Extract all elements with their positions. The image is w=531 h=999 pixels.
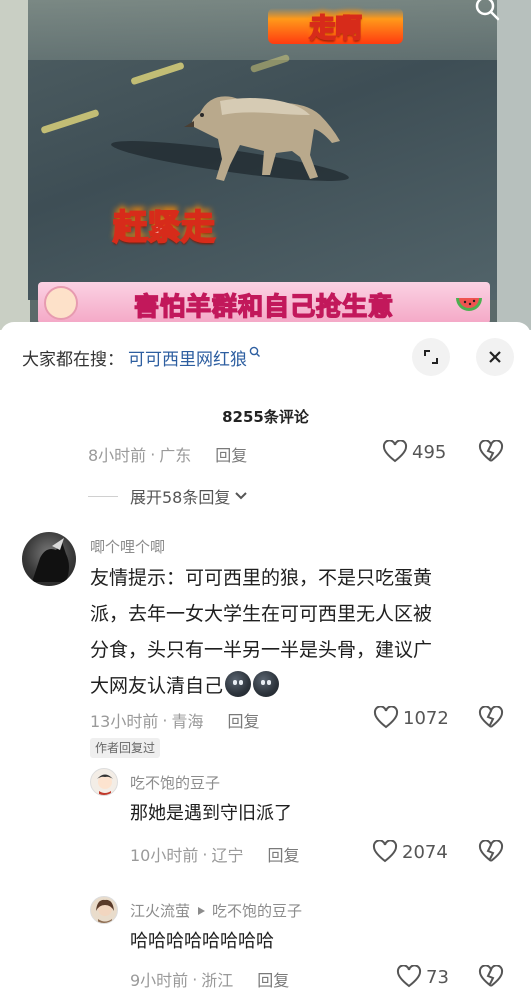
heart-icon — [382, 440, 408, 463]
reply-meta: 10小时前 · 辽宁 回复 — [130, 842, 300, 866]
avatar-image — [96, 899, 114, 923]
like-button[interactable]: 73 — [396, 965, 449, 989]
meta-separator: · — [192, 969, 198, 989]
broken-heart-icon[interactable] — [478, 965, 504, 989]
video-letterbox-left — [0, 0, 30, 330]
comment-text-line: 派，去年一女大学生在可可西里无人区被 — [90, 603, 433, 625]
reply-meta: 9小时前 · 浙江 回复 — [130, 967, 289, 991]
heart-icon — [396, 965, 422, 988]
expand-replies-button[interactable]: 展开58条回复 — [88, 484, 249, 508]
trending-search-prefix: 大家都在搜： — [22, 349, 124, 370]
heart-icon — [372, 840, 398, 863]
meta-separator: · — [162, 710, 168, 730]
reply-text: 那她是遇到守旧派了 — [130, 803, 292, 824]
reply-username[interactable]: 江火流萤 — [130, 900, 190, 921]
broken-heart-icon[interactable] — [478, 840, 504, 864]
avatar[interactable] — [90, 896, 118, 924]
divider-line — [88, 495, 118, 497]
search-icon — [249, 346, 260, 357]
reply-to-username[interactable]: 吃不饱的豆子 — [212, 900, 302, 921]
comment-text-line: 大网友认清自己 — [90, 675, 224, 697]
chevron-down-icon — [235, 492, 248, 500]
avatar[interactable] — [22, 532, 76, 586]
video-banner: 害怕羊群和自己抢生意 — [38, 282, 490, 324]
comment-text-line: 友情提示：可可西里的狼，不是只吃蛋黄 — [90, 567, 433, 589]
reply-location: 辽宁 — [211, 846, 244, 865]
comment-text-line-last: 大网友认清自己 — [90, 668, 510, 704]
emoji-icon — [253, 671, 280, 697]
comment-username[interactable]: 唧个哩个唧 — [90, 536, 165, 557]
reply-header: 江火流萤 吃不饱的豆子 — [130, 900, 302, 921]
meta-separator: · — [150, 444, 156, 464]
reply-button[interactable]: 回复 — [227, 708, 259, 732]
trending-search-keyword[interactable]: 可可西里网红狼 — [128, 345, 247, 370]
search-icon[interactable] — [470, 0, 504, 24]
avatar-image — [32, 538, 69, 582]
comment-location: 广东 — [159, 446, 192, 465]
avatar[interactable] — [90, 768, 118, 796]
reply-time: 10小时前 — [130, 846, 199, 865]
close-button[interactable] — [476, 338, 514, 376]
comment-meta: 13小时前 · 青海 回复 — [90, 708, 260, 732]
video-caption-top: 走啊 — [268, 8, 403, 45]
meta-separator: · — [202, 844, 208, 864]
emoji-icon — [225, 671, 252, 697]
reply-arrow-icon — [198, 906, 206, 915]
reply-location: 浙江 — [201, 971, 234, 990]
comment-meta: 8小时前 · 广东 回复 — [88, 442, 247, 466]
heart-icon — [373, 706, 399, 729]
comment-location: 青海 — [171, 712, 204, 731]
video-player[interactable]: 走啊 赶紧走 害怕羊群和自己抢生意 — [0, 0, 531, 330]
comment-text: 友情提示：可可西里的狼，不是只吃蛋黄 派，去年一女大学生在可可西里无人区被 分食… — [90, 560, 510, 704]
avatar-image — [97, 774, 113, 795]
reply-time: 9小时前 — [130, 971, 189, 990]
like-button[interactable]: 495 — [382, 440, 446, 464]
like-count: 1072 — [403, 707, 449, 729]
comment-time: 8小时前 — [88, 446, 147, 465]
video-letterbox-right — [497, 0, 531, 330]
comment-text-line: 分食，头只有一半另一半是头骨，建议广 — [90, 639, 433, 661]
comment-sheet: 大家都在搜： 可可西里网红狼 8255条评论 8小时前 · 广东 回复 495 — [0, 322, 531, 999]
reply-username[interactable]: 吃不饱的豆子 — [130, 772, 220, 793]
reply-button[interactable]: 回复 — [257, 967, 289, 991]
author-replied-badge: 作者回复过 — [90, 738, 161, 758]
close-icon — [489, 351, 501, 363]
reply-text: 哈哈哈哈哈哈哈哈 — [130, 931, 274, 952]
video-banner-text: 害怕羊群和自己抢生意 — [133, 291, 394, 322]
reply-button[interactable]: 回复 — [267, 842, 299, 866]
comment-time: 13小时前 — [90, 712, 159, 731]
like-count: 2074 — [402, 841, 448, 863]
wolf-image — [184, 96, 340, 181]
collapse-button[interactable] — [412, 338, 450, 376]
expand-replies-label: 展开58条回复 — [130, 488, 231, 507]
like-count: 495 — [412, 441, 447, 463]
reply-button[interactable]: 回复 — [215, 442, 247, 466]
comment-count: 8255条评论 — [222, 408, 309, 426]
collapse-icon — [424, 350, 438, 364]
trending-search[interactable]: 大家都在搜： 可可西里网红狼 — [22, 342, 261, 372]
video-road-horizon — [28, 0, 498, 60]
video-caption-mid: 赶紧走 — [112, 207, 216, 249]
watermelon-icon — [456, 298, 482, 311]
broken-heart-icon[interactable] — [478, 440, 504, 464]
like-count: 73 — [426, 966, 449, 988]
like-button[interactable]: 2074 — [372, 840, 448, 864]
broken-heart-icon[interactable] — [478, 706, 504, 730]
like-button[interactable]: 1072 — [373, 706, 449, 730]
